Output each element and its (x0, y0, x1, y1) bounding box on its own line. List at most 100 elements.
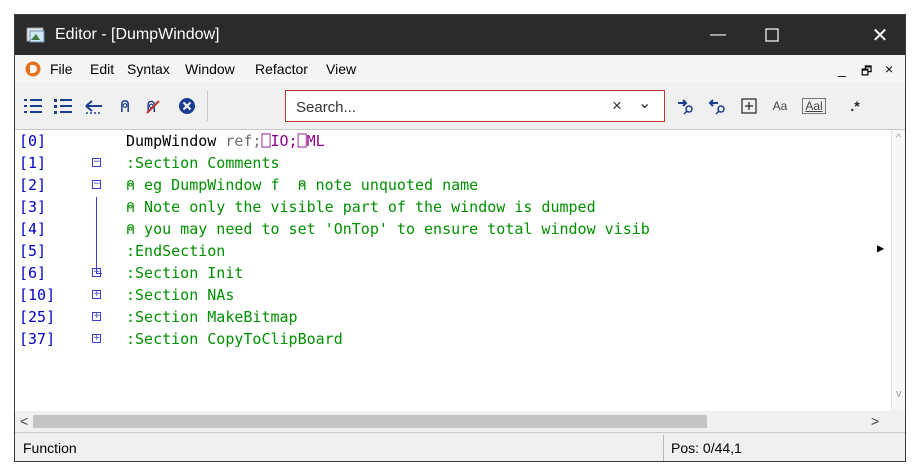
code-token: ref; (225, 132, 262, 150)
chevron-down-icon[interactable]: ⌄ (638, 93, 651, 113)
code-token: ⍝ eg DumpWindow f ⍝ note unquoted name (126, 176, 479, 194)
outline-icon (54, 99, 72, 114)
search-input[interactable] (294, 95, 598, 119)
fold-expand-icon[interactable]: + (92, 312, 101, 321)
code-line[interactable]: [37] + :Section CopyToClipBoard (15, 328, 891, 350)
unindent-button[interactable] (83, 95, 105, 117)
status-cursor-position: Pos: 0/44,1 (671, 440, 742, 456)
toggle-line-numbers-button[interactable] (23, 95, 43, 117)
line-numbers-icon (24, 99, 42, 113)
editor-window: Editor - [DumpWindow] — ✕ File Edit Synt… (14, 14, 906, 462)
scroll-left-arrow-icon[interactable]: < (20, 413, 28, 429)
menu-refactor[interactable]: Refactor (255, 61, 308, 77)
status-bar: Function Pos: 0/44,1 (15, 432, 905, 461)
title-bar[interactable]: Editor - [DumpWindow] — ✕ (15, 15, 905, 55)
line-number: [5] (19, 242, 47, 260)
search-box[interactable]: × ⌄ (285, 90, 665, 122)
code-text: :Section Comments (126, 152, 280, 174)
arrow-left-icon (85, 100, 102, 114)
minimize-button[interactable]: — (691, 15, 745, 55)
code-token: ⍝ you may need to set 'OnTop' to ensure … (126, 220, 650, 238)
comment-button[interactable]: ⍝ (115, 95, 135, 117)
code-token: DumpWindow (126, 132, 226, 150)
fold-expand-icon[interactable]: + (92, 290, 101, 299)
code-text: ⍝ eg DumpWindow f ⍝ note unquoted name (126, 174, 478, 196)
fold-expand-icon[interactable]: + (92, 268, 101, 277)
status-separator (663, 435, 664, 461)
code-editor[interactable]: [0] DumpWindow ref;⎕IO;⎕ML [1] − :Section Co… (15, 130, 891, 411)
code-line[interactable]: [6] + :Section Init (15, 262, 891, 284)
menu-view[interactable]: View (326, 61, 356, 77)
menu-edit[interactable]: Edit (90, 61, 114, 77)
uncomment-icon: ⍝ (146, 97, 160, 116)
code-line[interactable]: [0] DumpWindow ref;⎕IO;⎕ML (15, 130, 891, 152)
apl-comment-icon: ⍝ (119, 95, 131, 117)
code-text: :Section CopyToClipBoard (126, 328, 343, 350)
code-token: ⎕IO;⎕ML (261, 132, 325, 150)
close-icon: ✕ (871, 24, 889, 47)
fold-expand-icon[interactable]: + (92, 334, 101, 343)
code-token: :Section NAs (126, 286, 235, 304)
dyalog-logo-icon[interactable] (25, 61, 41, 77)
code-token: :Section Comments (126, 154, 280, 172)
line-number: [37] (19, 330, 56, 348)
code-token: :Section MakeBitmap (126, 308, 298, 326)
maximize-icon (765, 28, 779, 42)
code-text: ⍝ you may need to set 'OnTop' to ensure … (126, 218, 650, 240)
code-token: :Section CopyToClipBoard (126, 330, 343, 348)
horizontal-scroll-thumb[interactable] (33, 415, 707, 428)
horizontal-scrollbar[interactable]: < > (15, 411, 891, 432)
mdi-restore-button[interactable]: 🗗 (861, 62, 872, 83)
code-line[interactable]: [4] ⍝ you may need to set 'OnTop' to ensu… (15, 218, 891, 240)
uncomment-button[interactable]: ⍝ (143, 95, 165, 117)
line-number: [10] (19, 286, 56, 304)
line-overflow-indicator: ▶ (877, 241, 885, 255)
scroll-down-arrow-icon[interactable]: v (896, 388, 902, 400)
clear-search-button[interactable]: × (612, 96, 622, 116)
toolbar-separator (207, 91, 208, 121)
match-case-button[interactable]: Aa (767, 95, 793, 117)
code-line[interactable]: [2] − ⍝ eg DumpWindow f ⍝ note unquoted na… (15, 174, 891, 196)
line-number: [3] (19, 198, 47, 216)
mdi-close-button[interactable]: × (885, 61, 893, 77)
code-text: :Section NAs (126, 284, 234, 306)
line-number: [1] (19, 154, 47, 172)
menu-window[interactable]: Window (185, 61, 235, 77)
code-token: ⍝ Note only the visible part of the wind… (126, 198, 596, 216)
code-line[interactable]: [5] :EndSection (15, 240, 891, 262)
status-object-type: Function (23, 440, 77, 456)
code-token: :EndSection (126, 242, 226, 260)
mdi-minimize-button[interactable]: _ (838, 61, 846, 77)
code-token: :Section Init (126, 264, 244, 282)
maximize-button[interactable] (745, 15, 799, 55)
arrow-right-search-icon (678, 99, 693, 115)
minimize-icon: — (710, 26, 726, 43)
find-previous-button[interactable] (707, 95, 729, 117)
close-circle-icon (179, 98, 195, 114)
expand-all-button[interactable] (739, 95, 759, 117)
find-next-button[interactable] (675, 95, 697, 117)
arrow-left-search-icon (708, 99, 725, 115)
code-line[interactable]: [3] ⍝ Note only the visible part of the w… (15, 196, 891, 218)
fold-collapse-icon[interactable]: − (92, 158, 101, 167)
stop-button[interactable] (177, 95, 197, 117)
window-title: Editor - [DumpWindow] (55, 26, 220, 43)
regex-button[interactable]: .* (843, 95, 867, 117)
toggle-outline-button[interactable] (53, 95, 73, 117)
close-button[interactable]: ✕ (853, 15, 905, 55)
scroll-right-arrow-icon[interactable]: > (871, 413, 879, 429)
editor-app-icon (26, 27, 45, 43)
line-number: [2] (19, 176, 47, 194)
menu-syntax[interactable]: Syntax (127, 61, 170, 77)
vertical-scrollbar[interactable]: ^ v (891, 130, 905, 411)
menu-bar: File Edit Syntax Window Refactor View _ … (15, 55, 905, 83)
line-number: [25] (19, 308, 56, 326)
menu-file[interactable]: File (50, 61, 73, 77)
fold-collapse-icon[interactable]: − (92, 180, 101, 189)
code-line[interactable]: [25] + :Section MakeBitmap (15, 306, 891, 328)
line-number: [6] (19, 264, 47, 282)
code-line[interactable]: [1] − :Section Comments (15, 152, 891, 174)
whole-word-button[interactable]: Aal (801, 95, 827, 117)
code-line[interactable]: [10] + :Section NAs (15, 284, 891, 306)
scroll-up-arrow-icon[interactable]: ^ (896, 132, 901, 144)
